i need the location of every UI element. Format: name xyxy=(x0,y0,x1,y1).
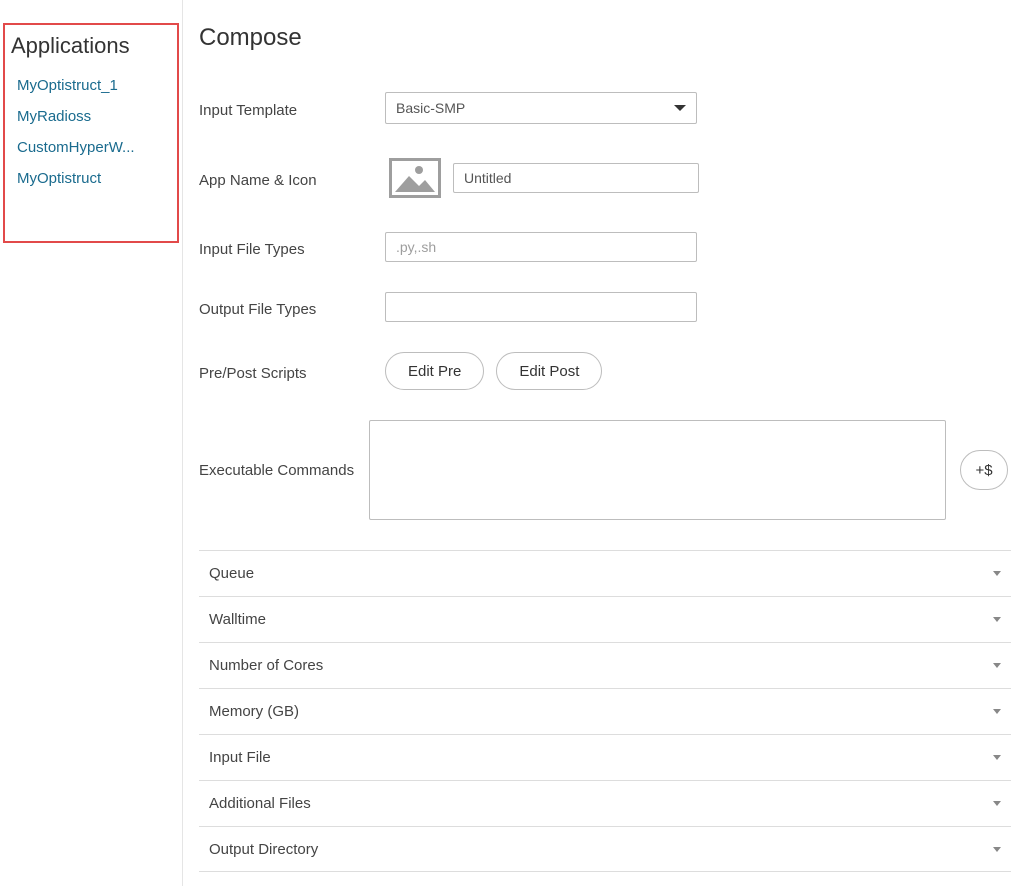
accordion-queue[interactable]: Queue xyxy=(199,550,1011,596)
image-placeholder-icon xyxy=(385,154,445,202)
accordion-label: Number of Cores xyxy=(209,657,323,674)
chevron-down-icon xyxy=(993,663,1001,668)
accordion-walltime[interactable]: Walltime xyxy=(199,596,1011,642)
accordion-label: Additional Files xyxy=(209,795,311,812)
select-input-template[interactable]: Basic-SMP xyxy=(385,92,697,124)
label-input-file-types: Input File Types xyxy=(199,237,385,258)
input-app-name[interactable] xyxy=(453,163,699,193)
chevron-down-icon xyxy=(993,847,1001,852)
accordion-additional-files[interactable]: Additional Files xyxy=(199,780,1011,826)
main-content: Compose Input Template Basic-SMP App Nam… xyxy=(183,0,1029,886)
input-file-types[interactable] xyxy=(385,232,697,262)
chevron-down-icon xyxy=(993,755,1001,760)
row-app-name: App Name & Icon xyxy=(199,154,1029,202)
chevron-down-icon xyxy=(674,105,686,111)
chevron-down-icon xyxy=(993,709,1001,714)
app-item-myradioss[interactable]: MyRadioss xyxy=(17,108,167,125)
edit-post-button[interactable]: Edit Post xyxy=(496,352,602,390)
accordion-memory[interactable]: Memory (GB) xyxy=(199,688,1011,734)
app-item-myoptistruct-1[interactable]: MyOptistruct_1 xyxy=(17,77,167,94)
output-file-types[interactable] xyxy=(385,292,697,322)
row-output-file-types: Output File Types xyxy=(199,292,1029,322)
app-icon-placeholder[interactable] xyxy=(385,154,445,202)
accordion-label: Walltime xyxy=(209,611,266,628)
accordion: Queue Walltime Number of Cores Memory (G… xyxy=(199,550,1011,872)
label-output-file-types: Output File Types xyxy=(199,297,385,318)
accordion-cores[interactable]: Number of Cores xyxy=(199,642,1011,688)
row-exec-commands: Executable Commands +$ xyxy=(199,420,1029,520)
label-app-name: App Name & Icon xyxy=(199,168,385,189)
chevron-down-icon xyxy=(993,801,1001,806)
app-item-customhyperw[interactable]: CustomHyperW... xyxy=(17,139,167,156)
add-variable-button[interactable]: +$ xyxy=(960,450,1008,490)
row-scripts: Pre/Post Scripts Edit Pre Edit Post xyxy=(199,352,1029,390)
accordion-label: Input File xyxy=(209,749,271,766)
sidebar: Applications MyOptistruct_1 MyRadioss Cu… xyxy=(0,0,183,886)
app-item-myoptistruct[interactable]: MyOptistruct xyxy=(17,170,167,187)
edit-pre-button[interactable]: Edit Pre xyxy=(385,352,484,390)
accordion-input-file[interactable]: Input File xyxy=(199,734,1011,780)
chevron-down-icon xyxy=(993,571,1001,576)
accordion-label: Output Directory xyxy=(209,841,318,858)
applications-panel: Applications MyOptistruct_1 MyRadioss Cu… xyxy=(3,23,179,243)
select-input-template-value: Basic-SMP xyxy=(396,100,465,116)
label-input-template: Input Template xyxy=(199,98,385,119)
page-title: Compose xyxy=(199,24,1029,52)
accordion-label: Queue xyxy=(209,565,254,582)
row-input-file-types: Input File Types xyxy=(199,232,1029,262)
sidebar-title: Applications xyxy=(11,33,171,59)
label-scripts: Pre/Post Scripts xyxy=(199,361,385,382)
chevron-down-icon xyxy=(993,617,1001,622)
accordion-label: Memory (GB) xyxy=(209,703,299,720)
textarea-exec-commands[interactable] xyxy=(369,420,946,520)
label-exec-commands: Executable Commands xyxy=(199,462,369,479)
accordion-output-directory[interactable]: Output Directory xyxy=(199,826,1011,872)
row-input-template: Input Template Basic-SMP xyxy=(199,92,1029,124)
